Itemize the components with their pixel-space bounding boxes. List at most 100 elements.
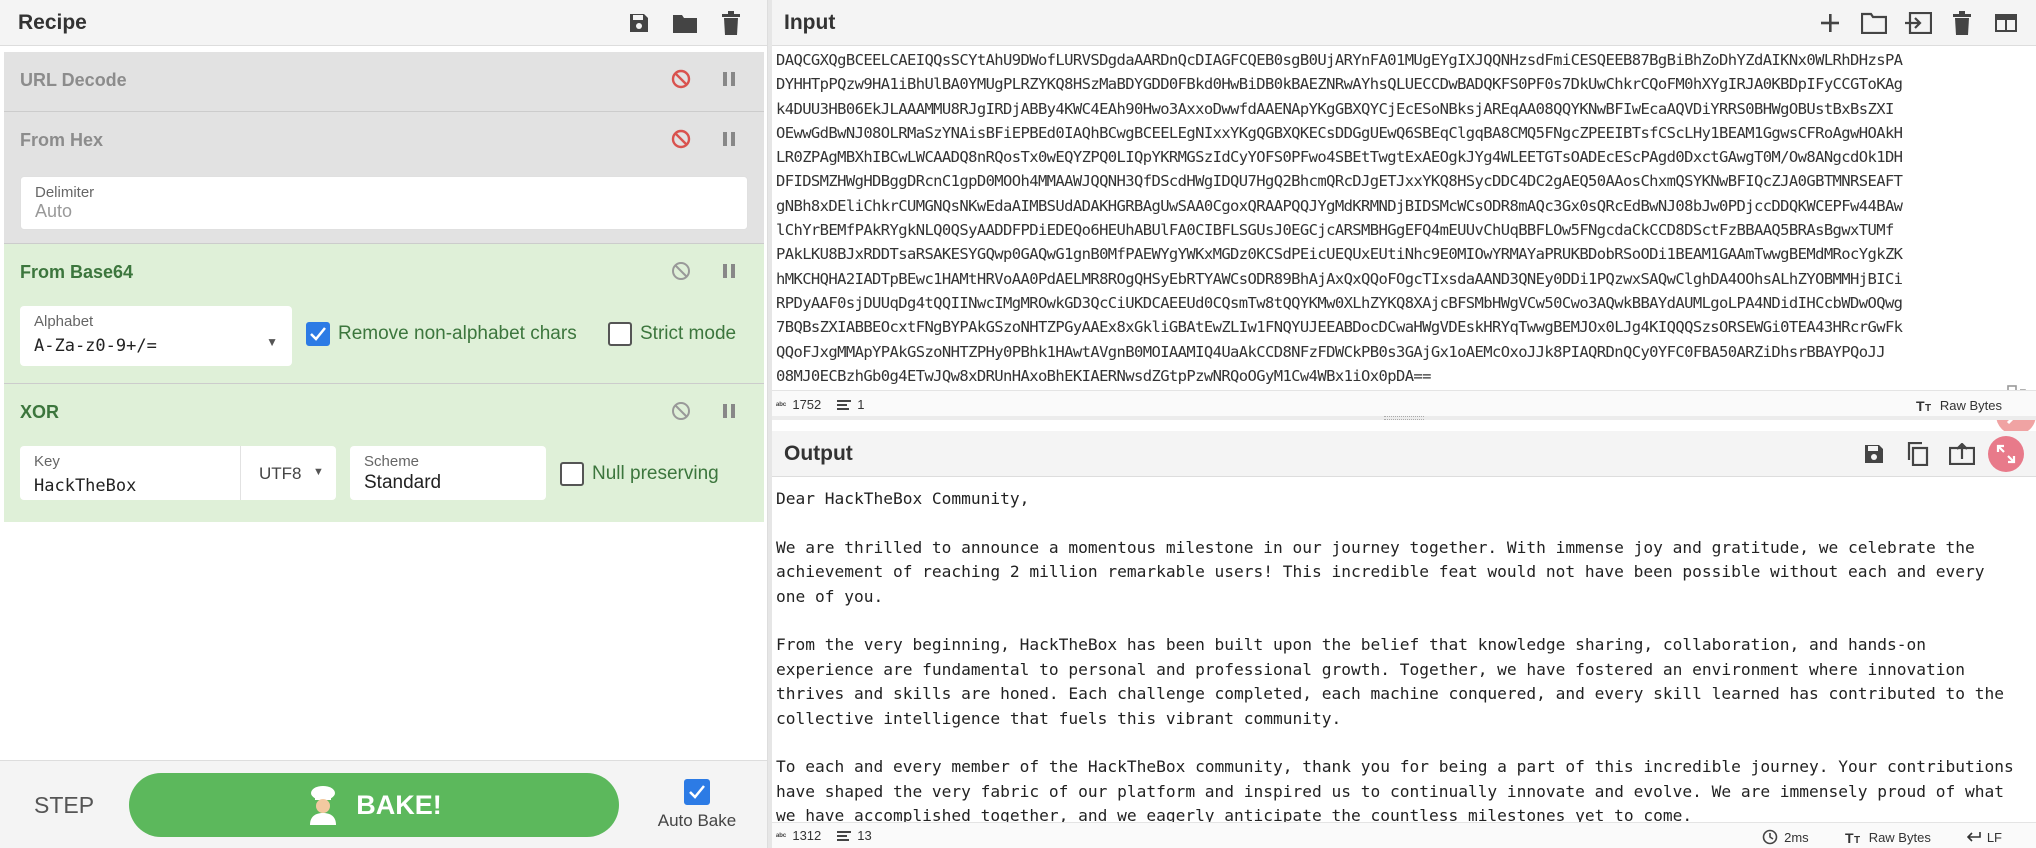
key-encoding-select[interactable]: UTF8 ▼	[240, 446, 336, 500]
key-field[interactable]: Key HackTheBox UTF8 ▼	[20, 446, 336, 500]
input-line: 7BQBsZXIABBEOcxtFNgBYPAkGSzoNHTZPGyAAEx8…	[776, 318, 1903, 337]
replace-input-icon[interactable]	[1944, 436, 1980, 472]
input-line: LR0ZPAgMBXhIBCwLWCAADQ8nRQosTx0wEQYZPQ0L…	[776, 148, 1903, 167]
input-line: hMKCHQHA2IADTpBEwc1HAMtHRVoAA0PdAELMR8RO…	[776, 269, 1903, 288]
operation-xor[interactable]: XOR Key HackTheBox UTF8 ▼ Scheme Standar…	[4, 384, 764, 522]
auto-bake-checkbox[interactable]: Auto Bake	[657, 779, 737, 831]
input-line-count: 1	[837, 397, 865, 412]
output-encoding-button[interactable]: TT Raw Bytes	[1845, 830, 1931, 845]
delimiter-field[interactable]: Delimiter Auto	[20, 176, 748, 230]
output-line-count: 13	[837, 828, 872, 843]
disable-operation-icon[interactable]	[668, 258, 694, 284]
input-line: k4DUU3HB06EkJLAAAMMU8RJgIRDjABBy4KWC4EAh…	[776, 99, 1894, 118]
chevron-down-icon: ▼	[266, 335, 278, 349]
input-encoding-button[interactable]: TT Raw Bytes	[1916, 398, 2002, 413]
clear-recipe-icon[interactable]	[713, 5, 749, 41]
open-folder-icon[interactable]	[1900, 5, 1936, 41]
input-char-count: ᵃᵇᶜ 1752	[776, 397, 821, 412]
output-eol-button[interactable]: LF	[1966, 829, 2002, 845]
disable-operation-icon[interactable]	[668, 66, 694, 92]
input-line: DYHHTpPQzw9HA1iBhUlBA0YMUgPLRZYKQ8HSzMaB…	[776, 75, 1903, 94]
disable-operation-icon[interactable]	[668, 398, 694, 424]
clear-input-icon[interactable]	[1944, 5, 1980, 41]
input-textarea[interactable]: DAQCGXQgBCEELCAEIQQsSCYtAhU9DWofLURVSDgd…	[776, 48, 2016, 384]
checkbox-unchecked-icon	[560, 462, 584, 486]
input-char-count-value: 1752	[792, 397, 822, 412]
input-line: PAkLKU8BJxRDDTsaRSAKESYGQwp0GAQwG1gnB0Mf…	[776, 245, 1903, 264]
lines-icon	[837, 399, 852, 410]
strict-mode-label: Strict mode	[640, 323, 737, 344]
reset-layout-icon[interactable]	[1988, 5, 2024, 41]
output-title: Output	[784, 441, 853, 465]
checkbox-checked-icon	[306, 322, 330, 346]
recipe-title: Recipe	[18, 10, 87, 34]
disable-operation-icon[interactable]	[668, 126, 694, 152]
text-size-icon: TT	[1916, 398, 1931, 412]
input-line: OEwwGdBwNJ08OLRMaSzYNAisBFiEPBEd0IAQhBCw…	[776, 123, 1903, 142]
output-char-count: ᵃᵇᶜ 1312	[776, 828, 821, 843]
output-encoding-label: Raw Bytes	[1868, 829, 1931, 845]
operation-from-hex[interactable]: From Hex Delimiter Auto	[4, 112, 764, 244]
scheme-value: Standard	[364, 472, 442, 493]
null-preserving-checkbox[interactable]: Null preserving	[560, 462, 719, 486]
step-button[interactable]: STEP	[34, 792, 94, 819]
svg-text:T: T	[1916, 398, 1925, 412]
recipe-header: Recipe	[0, 0, 767, 46]
load-recipe-icon[interactable]	[667, 5, 703, 41]
vertical-divider[interactable]	[768, 0, 772, 848]
output-header: Output	[772, 431, 2036, 477]
add-tab-icon[interactable]	[1812, 5, 1848, 41]
text-size-icon: TT	[1845, 830, 1860, 844]
input-line: 08MJ0ECBzhGb0g4ETwJQw8xDRUnHAxoBhEKIAERN…	[776, 366, 1431, 384]
alphabet-label: Alphabet	[34, 313, 94, 330]
input-line: QQoFJxgMMApYPAkGSzoNHTZPHy0PBhk1HAwtAVgn…	[776, 342, 1886, 361]
input-line: lChYrBEMfPAkRYgkNLQ0QSyAADDFPDiEDEQo6HEU…	[776, 221, 1894, 240]
checkbox-unchecked-icon	[608, 322, 632, 346]
input-statusbar: ᵃᵇᶜ 1752 1 TT Raw Bytes	[772, 390, 2036, 418]
operation-title: URL Decode	[20, 70, 127, 90]
input-line: DAQCGXQgBCEELCAEIQQsSCYtAhU9DWofLURVSDgd…	[776, 51, 1903, 69]
save-output-icon[interactable]	[1856, 436, 1892, 472]
breakpoint-icon[interactable]	[716, 398, 742, 424]
scheme-label: Scheme	[364, 453, 420, 470]
delimiter-label: Delimiter	[35, 184, 95, 201]
operation-title: From Hex	[20, 130, 104, 150]
abc-icon: ᵃᵇᶜ	[776, 830, 787, 841]
strict-mode-checkbox[interactable]: Strict mode	[608, 322, 736, 346]
input-line: DFIDSMZHWgHDBggDRcnC1gpD0MOOh4MMAAWJQQNH…	[776, 172, 1903, 191]
cyberchef-app: Recipe URL Decode From Hex Delimiter Aut…	[0, 0, 2036, 848]
copy-output-icon[interactable]	[1900, 436, 1936, 472]
breakpoint-icon[interactable]	[716, 258, 742, 284]
operation-from-base64[interactable]: From Base64 Alphabet A-Za-z0-9+/= ▼ Remo…	[4, 244, 764, 384]
horizontal-divider[interactable]	[772, 416, 2036, 420]
operation-title: From Base64	[20, 262, 134, 282]
scheme-select[interactable]: Scheme Standard	[350, 446, 546, 500]
alphabet-value: A-Za-z0-9+/=	[34, 336, 157, 356]
null-preserving-label: Null preserving	[592, 463, 719, 484]
operation-url-decode[interactable]: URL Decode	[4, 52, 764, 112]
remove-non-alphabet-checkbox[interactable]: Remove non-alphabet chars	[306, 322, 577, 346]
svg-text:T: T	[1854, 835, 1860, 844]
output-textarea[interactable]: Dear HackTheBox Community, We are thrill…	[776, 487, 2016, 822]
breakpoint-icon[interactable]	[716, 126, 742, 152]
auto-bake-label: Auto Bake	[657, 811, 737, 830]
abc-icon: ᵃᵇᶜ	[776, 399, 787, 410]
bake-button[interactable]: BAKE!	[129, 773, 619, 837]
maximise-output-icon[interactable]	[1988, 435, 2024, 472]
open-file-icon[interactable]	[1856, 5, 1892, 41]
output-eol-label: LF	[1986, 829, 2002, 845]
svg-text:T: T	[1925, 403, 1931, 412]
alphabet-select[interactable]: Alphabet A-Za-z0-9+/= ▼	[20, 306, 292, 366]
save-recipe-icon[interactable]	[621, 5, 657, 41]
input-encoding-label: Raw Bytes	[1939, 397, 2002, 413]
remove-non-alphabet-label: Remove non-alphabet chars	[338, 323, 577, 344]
svg-text:T: T	[1845, 830, 1854, 844]
breakpoint-icon[interactable]	[716, 66, 742, 92]
lines-icon	[837, 830, 852, 841]
delimiter-value: Auto	[35, 201, 73, 221]
input-header: Input	[772, 0, 2036, 46]
output-line-count-value: 13	[857, 828, 872, 843]
input-line: RPDyAAF0sjDUUqDg4tQQIINwcIMgMROwkGD3QcCi…	[776, 293, 1903, 312]
bake-label: BAKE!	[356, 789, 442, 820]
input-line-count-value: 1	[857, 397, 865, 412]
